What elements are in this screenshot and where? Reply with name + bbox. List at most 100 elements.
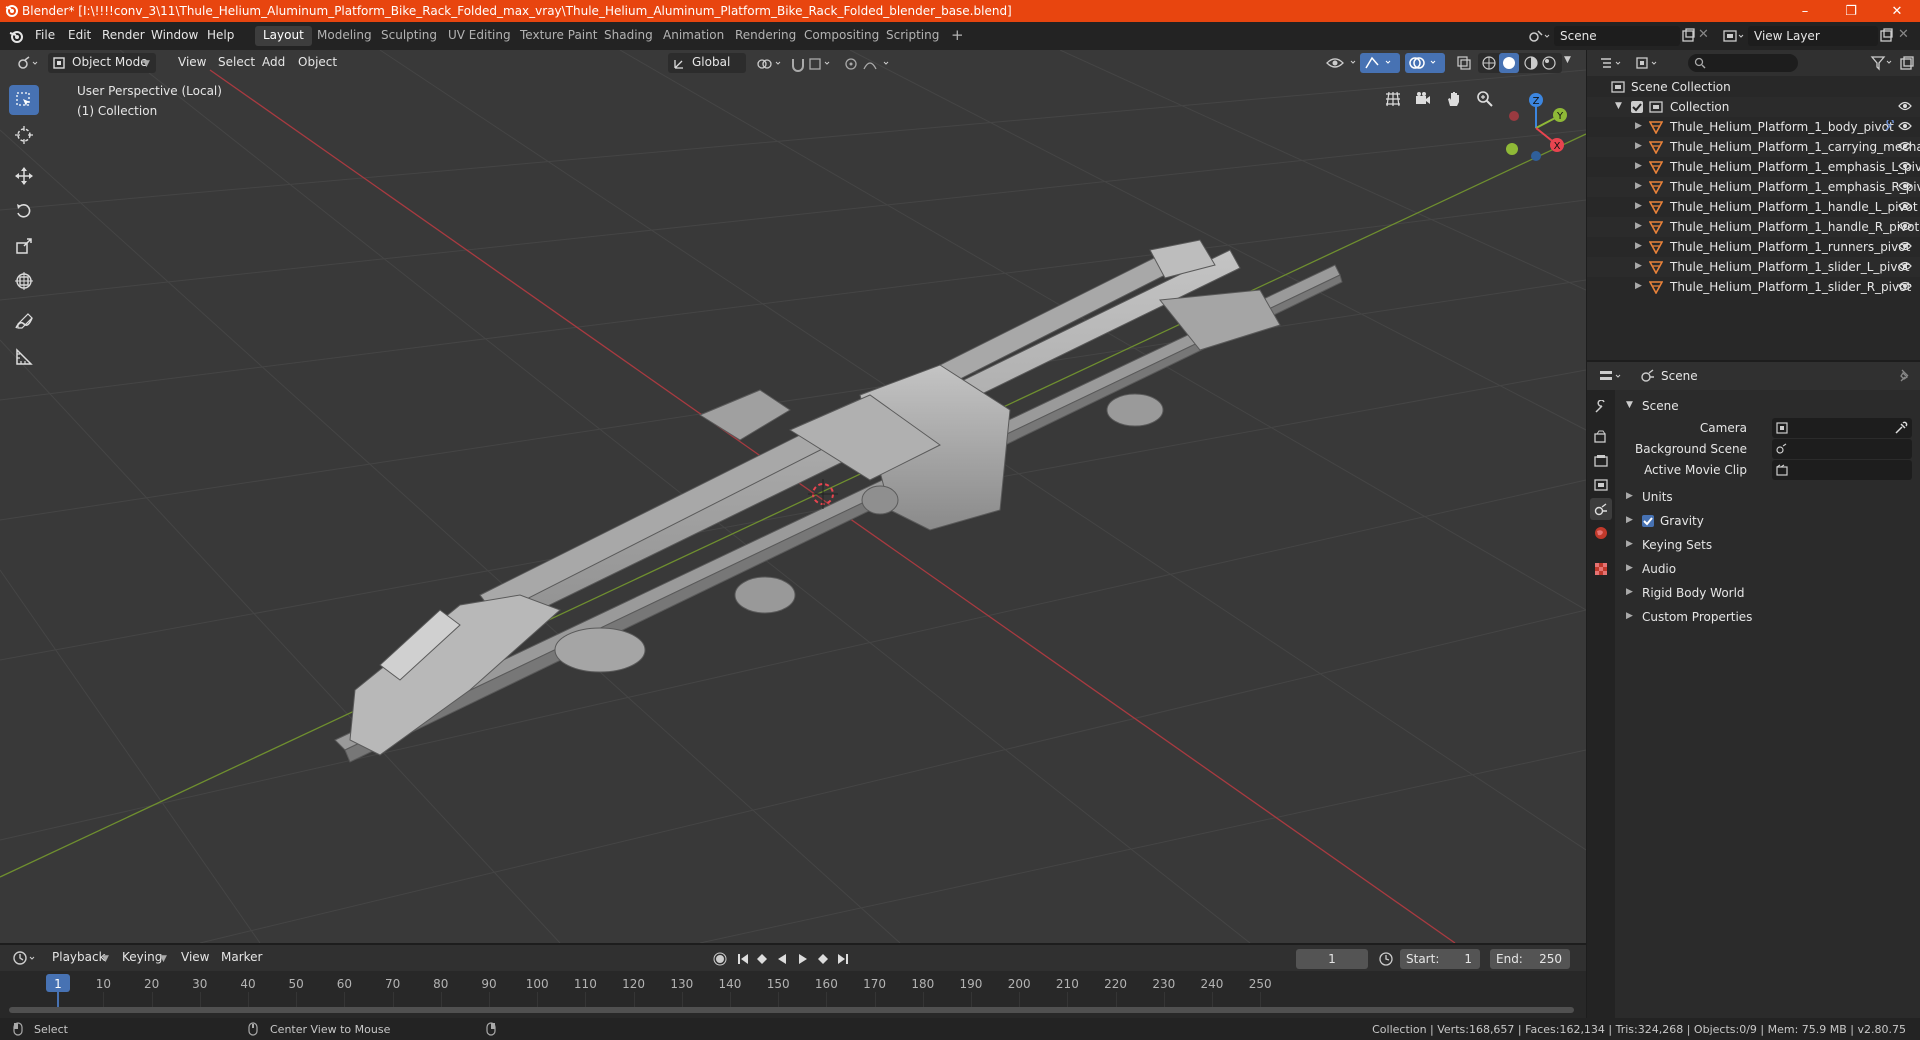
preview-range-clock-icon[interactable]: [1378, 951, 1394, 967]
eye-icon[interactable]: [1898, 120, 1912, 132]
expand-arrow-icon[interactable]: ▶: [1635, 121, 1642, 131]
collection-checkbox[interactable]: [1631, 101, 1643, 113]
eye-icon[interactable]: [1898, 280, 1912, 292]
expand-arrow-icon[interactable]: ▶: [1635, 181, 1642, 191]
expand-arrow-icon[interactable]: ▶: [1635, 221, 1642, 231]
navigation-gizmo[interactable]: Z Y X: [1496, 86, 1576, 166]
visibility-selectability-icon[interactable]: [1325, 55, 1365, 71]
gizmo-neg-y[interactable]: [1506, 143, 1518, 155]
new-scene-icon[interactable]: [1680, 28, 1696, 44]
units-section[interactable]: ▶ Units: [1620, 486, 1916, 508]
eye-icon[interactable]: [1898, 260, 1912, 272]
expand-arrow-icon[interactable]: ▶: [1635, 261, 1642, 271]
wireframe-shading-icon[interactable]: [1481, 55, 1497, 71]
jump-to-keyframe-back-icon[interactable]: [755, 952, 769, 966]
scene-name-field[interactable]: Scene: [1554, 26, 1680, 46]
outliner-object-row[interactable]: ▶ Thule_Helium_Platform_1_emphasis_L_piv…: [1587, 157, 1920, 177]
active-movie-clip-field[interactable]: [1772, 460, 1912, 480]
keying-sets-section[interactable]: ▶ Keying Sets: [1620, 534, 1916, 556]
eye-icon[interactable]: [1898, 160, 1912, 172]
display-mode-icon[interactable]: [1635, 56, 1663, 70]
outliner-object-row[interactable]: ▶ Thule_Helium_Platform_1_emphasis_R_piv…: [1587, 177, 1920, 197]
tab-texture-paint[interactable]: Texture Paint: [512, 26, 605, 46]
tool-tab-icon[interactable]: [1590, 396, 1612, 418]
transform-tool[interactable]: [9, 266, 39, 296]
editor-type-icon[interactable]: [10, 53, 46, 73]
gizmo-neg-z[interactable]: [1531, 151, 1541, 161]
close-window-button[interactable]: ✕: [1874, 0, 1920, 22]
restore-button[interactable]: ❐: [1828, 0, 1874, 22]
gravity-checkbox[interactable]: [1642, 515, 1654, 527]
menu-select[interactable]: Select: [212, 53, 261, 73]
menu-window[interactable]: Window: [151, 28, 198, 42]
collapse-arrow-icon[interactable]: ▼: [1615, 101, 1622, 111]
scale-tool[interactable]: [9, 231, 39, 261]
outliner-object-row[interactable]: ▶ Thule_Helium_Platform_1_slider_R_pivot: [1587, 277, 1920, 297]
tab-compositing[interactable]: Compositing: [796, 26, 887, 46]
view-layer-browse-icon[interactable]: [1722, 28, 1744, 44]
outliner-scene-collection[interactable]: Scene Collection: [1587, 77, 1920, 97]
measure-tool[interactable]: [9, 342, 39, 372]
proportional-editing-icon[interactable]: [844, 56, 894, 72]
overlays-toggle-button[interactable]: [1405, 53, 1445, 73]
eye-icon[interactable]: [1898, 100, 1912, 112]
move-tool[interactable]: [9, 161, 39, 191]
menu-marker[interactable]: Marker: [215, 948, 268, 968]
audio-section[interactable]: ▶ Audio: [1620, 558, 1916, 580]
eyedropper-icon[interactable]: [1894, 421, 1908, 435]
menu-object[interactable]: Object: [292, 53, 343, 73]
play-icon[interactable]: [796, 952, 810, 966]
rendered-shading-icon[interactable]: [1541, 55, 1557, 71]
jump-to-end-icon[interactable]: [836, 952, 850, 966]
render-tab-icon[interactable]: [1590, 426, 1612, 448]
material-preview-icon[interactable]: [1523, 55, 1539, 71]
camera-field[interactable]: [1772, 418, 1912, 438]
expand-arrow-icon[interactable]: ▶: [1635, 141, 1642, 151]
end-frame-field[interactable]: End: 250: [1490, 949, 1570, 969]
tab-sculpting[interactable]: Sculpting: [373, 26, 445, 46]
texture-tab-icon[interactable]: [1590, 558, 1612, 580]
menu-help[interactable]: Help: [207, 28, 234, 42]
eye-icon[interactable]: [1898, 140, 1912, 152]
delete-view-layer-icon[interactable]: ✕: [1898, 27, 1909, 42]
filter-icon[interactable]: [1870, 55, 1894, 71]
annotate-tool[interactable]: [9, 307, 39, 337]
expand-arrow-icon[interactable]: ▶: [1635, 201, 1642, 211]
outliner-collection[interactable]: ▼ Collection: [1587, 97, 1920, 117]
view-layer-name-field[interactable]: View Layer: [1748, 26, 1878, 46]
expand-arrow-icon[interactable]: ▶: [1635, 281, 1642, 291]
pin-icon[interactable]: [1899, 369, 1911, 383]
cursor-tool[interactable]: [9, 120, 39, 150]
pivot-point-icon[interactable]: [756, 57, 784, 71]
outliner-object-row[interactable]: ▶ Thule_Helium_Platform_1_slider_L_pivot: [1587, 257, 1920, 277]
custom-properties-section[interactable]: ▶ Custom Properties: [1620, 606, 1916, 628]
timeline-editor-type-icon[interactable]: [12, 950, 40, 966]
add-workspace-button[interactable]: +: [943, 24, 972, 44]
scene-tab-icon[interactable]: [1590, 498, 1612, 520]
play-reverse-icon[interactable]: [775, 952, 789, 966]
scene-browse-icon[interactable]: [1528, 28, 1550, 44]
3d-viewport[interactable]: Object Mode ▼ View Select Add Object Glo…: [0, 50, 1586, 943]
menu-file[interactable]: File: [35, 28, 55, 42]
camera-view-icon[interactable]: [1410, 86, 1436, 112]
menu-view[interactable]: View: [172, 53, 212, 73]
tab-scripting[interactable]: Scripting: [878, 26, 947, 46]
rigid-body-world-section[interactable]: ▶ Rigid Body World: [1620, 582, 1916, 604]
start-frame-field[interactable]: Start: 1: [1400, 949, 1480, 969]
rotate-tool[interactable]: [9, 196, 39, 226]
solid-shading-button[interactable]: [1499, 53, 1519, 73]
outliner-object-row[interactable]: ▶ Thule_Helium_Platform_1_handle_L_pivot: [1587, 197, 1920, 217]
minimize-button[interactable]: –: [1782, 0, 1828, 22]
new-view-layer-icon[interactable]: [1878, 28, 1894, 44]
record-button-icon[interactable]: [713, 952, 727, 966]
expand-arrow-icon[interactable]: ▶: [1635, 161, 1642, 171]
menu-render[interactable]: Render: [102, 28, 145, 42]
expand-arrow-icon[interactable]: ▶: [1635, 241, 1642, 251]
eye-icon[interactable]: [1898, 180, 1912, 192]
tab-modeling[interactable]: Modeling: [309, 26, 380, 46]
select-box-tool[interactable]: [9, 85, 39, 115]
outliner-object-row[interactable]: ▶ Thule_Helium_Platform_1_handle_R_pivot: [1587, 217, 1920, 237]
outliner-object-row[interactable]: ▶ Thule_Helium_Platform_1_runners_pivot: [1587, 237, 1920, 257]
timeline-scrollbar[interactable]: [9, 1007, 1574, 1013]
tab-animation[interactable]: Animation: [655, 26, 732, 46]
